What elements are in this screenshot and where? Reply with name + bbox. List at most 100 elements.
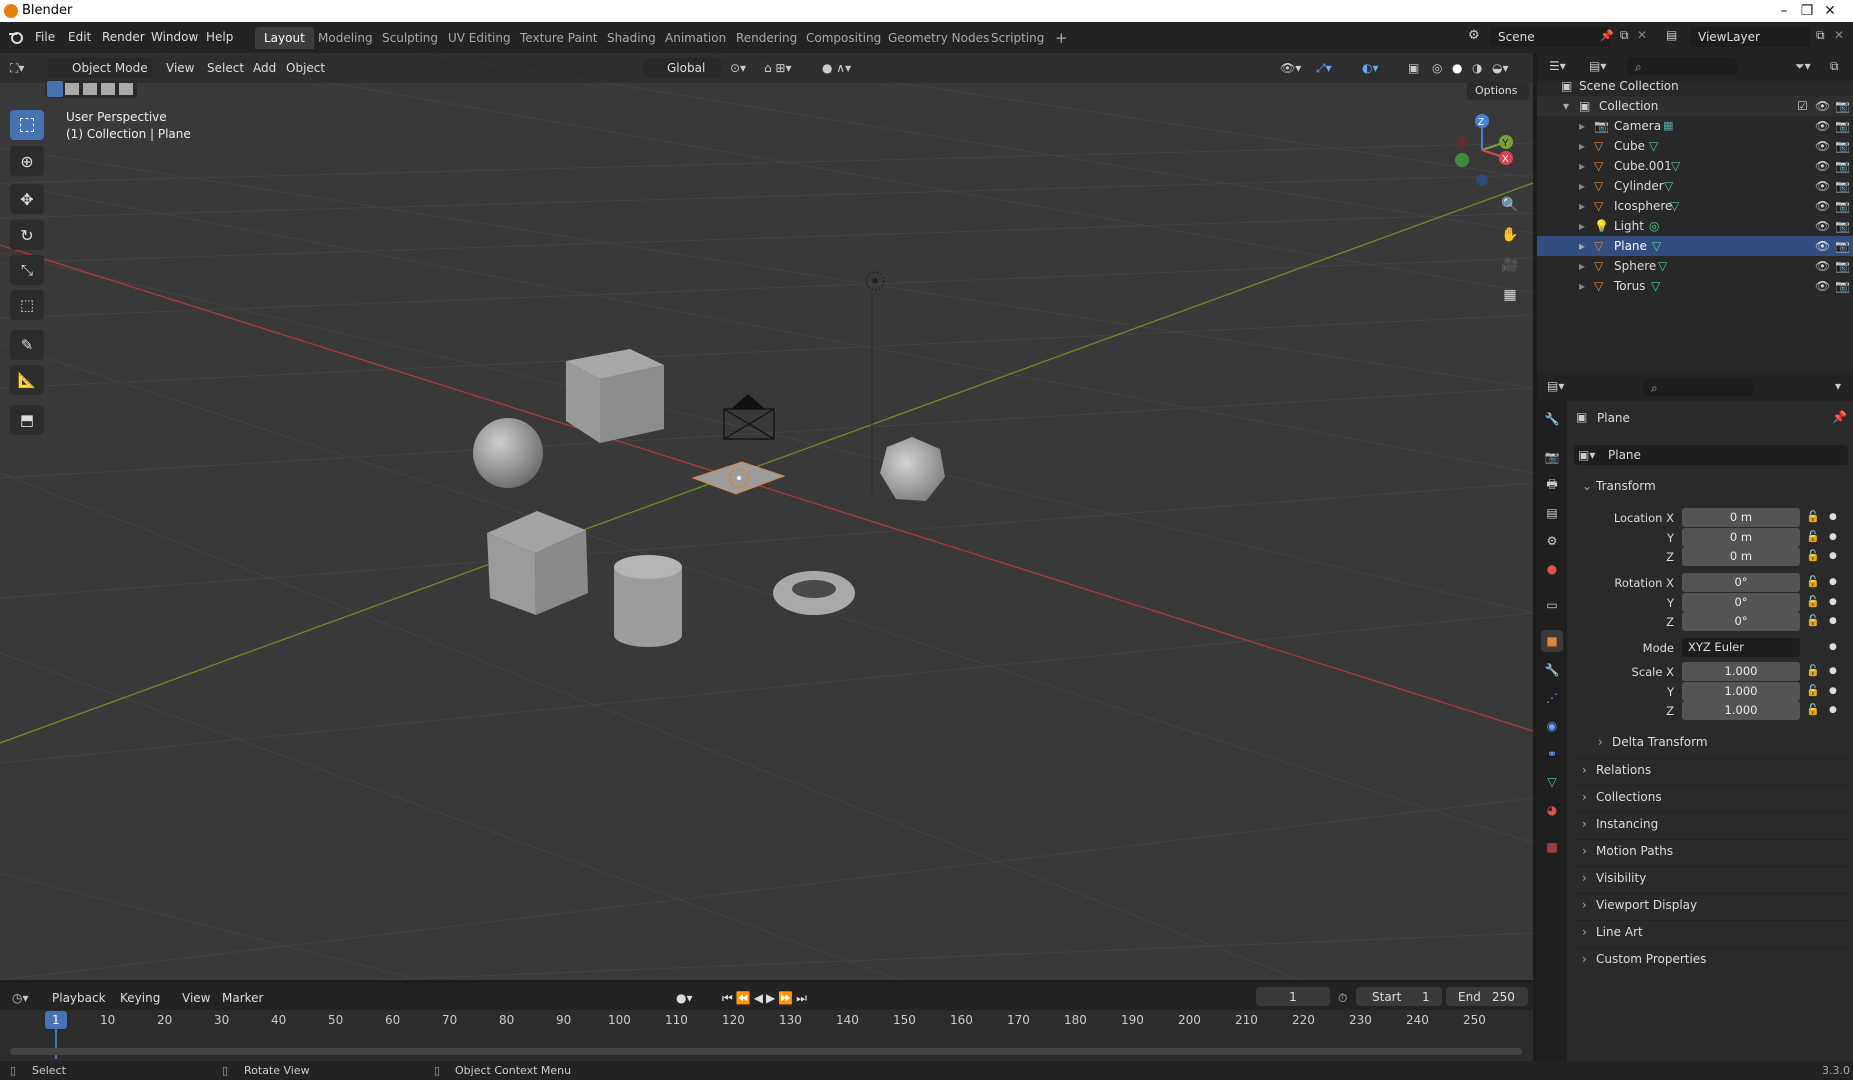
select-subtract-icon[interactable] [83, 83, 97, 95]
rendered-shading-icon[interactable]: ◒▾ [1492, 58, 1509, 78]
keyframe-dot-icon[interactable]: ● [1829, 616, 1837, 626]
menu-view[interactable]: View [166, 58, 194, 78]
menu-window[interactable]: Window [151, 30, 198, 44]
expand-collection-icon[interactable]: ▾ [1563, 96, 1569, 116]
tab-material[interactable]: ◕ [1541, 799, 1563, 821]
add-cube-tool[interactable]: ⬒ [10, 405, 44, 435]
auto-keying-icon[interactable]: ●▾ [676, 988, 693, 1008]
mode-dropdown[interactable]: Object Mode [48, 58, 152, 78]
rotation-z-field[interactable]: 0° [1682, 612, 1800, 631]
menu-render[interactable]: Render [102, 30, 145, 44]
transform-panel-header[interactable]: ⌄ Transform [1574, 475, 1848, 498]
viewport-display-panel[interactable]: › Viewport Display [1574, 893, 1848, 916]
keyframe-dot-icon[interactable]: ● [1829, 686, 1837, 696]
snap-icon[interactable]: ⌂ ⊞▾ [764, 58, 792, 78]
tab-texture[interactable]: ▩ [1541, 836, 1563, 858]
tab-scripting[interactable]: Scripting [982, 27, 1053, 49]
menu-object[interactable]: Object [286, 58, 325, 78]
render-icon[interactable]: 📷 [1835, 116, 1850, 136]
icosphere-object[interactable] [880, 437, 945, 501]
pin-icon[interactable]: 📌 [1600, 29, 1614, 42]
tab-shading[interactable]: Shading [598, 27, 665, 49]
delete-scene-icon[interactable]: ✕ [1637, 28, 1647, 42]
relations-panel[interactable]: › Relations [1574, 758, 1848, 781]
scene-selector[interactable]: Scene [1490, 27, 1610, 47]
blender-menu-icon[interactable] [8, 30, 24, 44]
object-datablock[interactable]: ▣▾ Plane [1574, 445, 1848, 465]
stopwatch-icon[interactable]: ⏱ [1338, 988, 1347, 1008]
select-difference-icon[interactable] [101, 83, 115, 95]
scale-z-field[interactable]: 1.000 [1682, 701, 1800, 720]
tab-modifiers[interactable]: 🔧 [1541, 659, 1563, 681]
expand-icon[interactable]: ▸ [1579, 136, 1585, 156]
cube-object[interactable] [566, 349, 664, 443]
select-new-icon[interactable] [47, 81, 63, 97]
tab-output[interactable]: 🖶 [1541, 474, 1563, 496]
properties-editor-icon[interactable]: ▤▾ [1547, 379, 1564, 393]
render-icon[interactable]: 📷 [1835, 256, 1850, 276]
playback-menu[interactable]: Playback [52, 988, 106, 1008]
scale-y-field[interactable]: 1.000 [1682, 682, 1800, 701]
tab-constraints[interactable]: ⚭ [1541, 743, 1563, 765]
line-art-panel[interactable]: › Line Art [1574, 920, 1848, 943]
tab-data[interactable]: ▽ [1541, 771, 1563, 793]
eye-icon[interactable]: 👁 [1815, 196, 1830, 216]
lock-icon[interactable]: 🔓 [1806, 684, 1820, 697]
lock-icon[interactable]: 🔓 [1806, 530, 1820, 543]
expand-icon[interactable]: ▸ [1579, 196, 1585, 216]
3d-viewport[interactable] [0, 53, 1533, 980]
keyframe-dot-icon[interactable]: ● [1829, 512, 1837, 522]
editor-type-icon[interactable]: ⛶▾ [10, 58, 24, 78]
visibility-panel[interactable]: › Visibility [1574, 866, 1848, 889]
tab-scene[interactable]: ⚙ [1541, 530, 1563, 552]
keyframe-dot-icon[interactable]: ● [1829, 705, 1837, 715]
render-icon[interactable]: 📷 [1835, 276, 1850, 296]
outliner-row-collection[interactable]: ▾ ▣ Collection ☑ 👁 📷 [1537, 96, 1853, 116]
menu-file[interactable]: File [35, 30, 55, 44]
tab-particles[interactable]: ⋰ [1541, 687, 1563, 709]
eye-icon[interactable]: 👁 [1815, 236, 1830, 256]
delta-transform-panel[interactable]: › Delta Transform [1590, 731, 1848, 754]
scene-icon[interactable]: ⚙ [1468, 28, 1480, 43]
ortho-toggle-button[interactable]: ▦ [1497, 282, 1523, 308]
eye-icon[interactable]: 👁 [1815, 156, 1830, 176]
motion-paths-panel[interactable]: › Motion Paths [1574, 839, 1848, 862]
tab-rendering[interactable]: Rendering [727, 27, 806, 49]
collections-panel[interactable]: › Collections [1574, 785, 1848, 808]
solid-shading-icon[interactable]: ● [1452, 58, 1462, 78]
filter-icon[interactable]: ⏷▾ [1795, 59, 1811, 74]
outliner-row-icosphere[interactable]: ▸ ▽ Icosphere ▽ 👁 📷 [1537, 196, 1853, 216]
rotation-x-field[interactable]: 0° [1682, 573, 1800, 592]
keyframe-dot-icon[interactable]: ● [1829, 551, 1837, 561]
lock-icon[interactable]: 🔓 [1806, 703, 1820, 716]
scale-x-field[interactable]: 1.000 [1682, 662, 1800, 681]
lock-icon[interactable]: 🔓 [1806, 595, 1820, 608]
start-frame-field[interactable]: Start 1 [1356, 987, 1442, 1006]
tab-physics[interactable]: ◉ [1541, 715, 1563, 737]
outliner-row-plane[interactable]: ▸ ▽ Plane ▽ 👁 📷 [1537, 236, 1853, 256]
tab-view-layer[interactable]: ▤ [1541, 502, 1563, 524]
tab-compositing[interactable]: Compositing [797, 27, 890, 49]
end-frame-field[interactable]: End 250 [1446, 987, 1528, 1006]
gizmo-toggle-icon[interactable]: ⤢▾ [1316, 58, 1332, 78]
keyframe-dot-icon[interactable]: ● [1829, 642, 1837, 652]
outliner-editor-icon[interactable]: ☰▾ [1549, 59, 1566, 73]
render-icon[interactable]: 📷 [1835, 176, 1850, 196]
properties-options-icon[interactable]: ▾ [1835, 379, 1841, 393]
rotation-y-field[interactable]: 0° [1682, 593, 1800, 612]
outliner-row-scene-collection[interactable]: ▣ Scene Collection [1537, 76, 1853, 96]
zoom-button[interactable]: 🔍 [1497, 192, 1523, 218]
collection-render-icon[interactable]: 📷 [1835, 96, 1850, 116]
cylinder-object[interactable] [614, 555, 682, 647]
view-layer-icon[interactable]: ▤ [1666, 28, 1677, 42]
tab-sculpting[interactable]: Sculpting [373, 27, 447, 49]
outliner-row-sphere[interactable]: ▸ ▽ Sphere ▽ 👁 📷 [1537, 256, 1853, 276]
render-icon[interactable]: 📷 [1835, 136, 1850, 156]
expand-icon[interactable]: ▸ [1579, 276, 1585, 296]
cursor-tool[interactable]: ⊕ [10, 146, 44, 176]
outliner-row-cube-001[interactable]: ▸ ▽ Cube.001 ▽ 👁 📷 [1537, 156, 1853, 176]
tab-collection[interactable]: ▭ [1541, 594, 1563, 616]
playback-controls[interactable]: ⏮⏪◀▶⏩⏭ [722, 988, 810, 1008]
expand-icon[interactable]: ▸ [1579, 236, 1585, 256]
tab-layout[interactable]: Layout [255, 27, 314, 49]
